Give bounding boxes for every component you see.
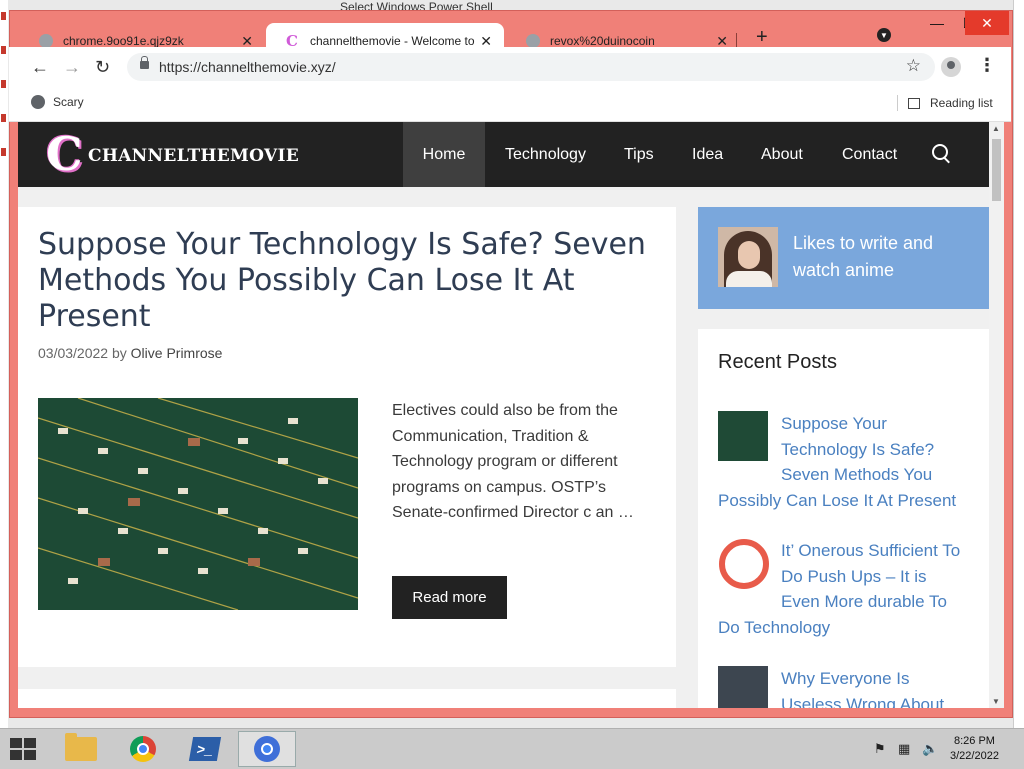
url-text[interactable]: https://channelthemovie.xyz/ xyxy=(159,59,336,75)
article-title[interactable]: Suppose Your Technology Is Safe? Seven M… xyxy=(38,227,648,335)
recent-post-link[interactable]: Why Everyone Is Useless Wrong About xyxy=(781,669,944,708)
article-excerpt: Electives could also be from the Communi… xyxy=(392,402,634,521)
chrome-beta-taskbar-button[interactable] xyxy=(238,731,296,767)
scrollbar-thumb[interactable] xyxy=(992,139,1001,201)
chrome-taskbar-button[interactable] xyxy=(114,731,172,767)
nav-idea[interactable]: Idea xyxy=(692,122,723,187)
nav-contact[interactable]: Contact xyxy=(842,122,897,187)
article-card: Suppose Your Technology Is Safe? Seven M… xyxy=(18,207,676,667)
web-page: C CHANNELTHEMOVIE Home Technology Tips I… xyxy=(18,122,989,708)
post-thumbnail[interactable] xyxy=(718,411,768,461)
clock-time: 8:26 PM xyxy=(953,735,995,747)
network-icon[interactable]: ▦ xyxy=(898,741,910,757)
page-scrollbar[interactable]: ▲ ▼ xyxy=(989,122,1004,708)
search-icon[interactable] xyxy=(932,144,948,160)
profile-avatar-icon[interactable] xyxy=(941,57,961,77)
site-header: C CHANNELTHEMOVIE Home Technology Tips I… xyxy=(18,122,989,187)
powershell-icon: >_ xyxy=(188,737,222,761)
article-thumbnail-image[interactable] xyxy=(38,398,358,610)
by-label: by xyxy=(111,345,127,361)
bookmark-star-icon[interactable]: ☆ xyxy=(906,56,921,76)
author-widget: Likes to write and watch anime xyxy=(698,207,989,309)
windows-start-icon[interactable] xyxy=(10,738,38,760)
browser-menu-icon[interactable]: ⋮ xyxy=(978,55,996,76)
action-center-flag-icon[interactable]: ⚑ xyxy=(874,741,886,757)
lock-icon[interactable] xyxy=(140,56,149,69)
bookmark-label: Scary xyxy=(53,95,84,109)
tab-title: chrome.9oo91e.qjz9zk xyxy=(63,33,184,48)
scroll-down-arrow-icon[interactable]: ▼ xyxy=(992,697,1000,706)
address-bar[interactable]: https://channelthemovie.xyz/ ☆ xyxy=(127,53,935,81)
system-clock[interactable]: 8:26 PM 3/22/2022 xyxy=(950,734,999,764)
chrome-icon xyxy=(130,736,156,762)
tab-search-chevron-icon[interactable]: ▼ xyxy=(877,28,891,42)
post-thumbnail[interactable] xyxy=(718,538,769,589)
reload-icon[interactable]: ↻ xyxy=(95,57,110,78)
powershell-taskbar-button[interactable]: >_ xyxy=(176,731,234,767)
clock-date: 3/22/2022 xyxy=(950,750,999,762)
globe-icon xyxy=(39,33,53,48)
folder-icon xyxy=(65,733,97,761)
post-author[interactable]: Olive Primrose xyxy=(131,345,223,361)
site-logo-text[interactable]: CHANNELTHEMOVIE xyxy=(88,146,299,166)
article-meta: 03/03/2022 by Olive Primrose xyxy=(38,345,222,361)
post-thumbnail[interactable] xyxy=(718,666,768,708)
site-logo-letter[interactable]: C xyxy=(46,130,83,178)
scroll-up-arrow-icon[interactable]: ▲ xyxy=(992,124,1000,133)
browser-toolbar: ← → ↻ https://channelthemovie.xyz/ ☆ ⋮ xyxy=(9,47,1011,87)
reading-list-icon xyxy=(908,97,920,109)
nav-about[interactable]: About xyxy=(761,122,803,187)
bookmarks-bar: Scary Reading list xyxy=(9,87,1011,122)
author-tagline: Likes to write and watch anime xyxy=(793,233,934,280)
divider xyxy=(897,95,898,111)
taskbar: >_ ⚑ ▦ 🔈 8:26 PM 3/22/2022 xyxy=(0,728,1024,769)
recent-post-item[interactable]: Suppose Your Technology Is Safe? Seven M… xyxy=(718,411,963,513)
nav-tips[interactable]: Tips xyxy=(624,122,654,187)
right-background-window xyxy=(1013,0,1024,728)
minimize-button[interactable]: — xyxy=(921,11,953,35)
recent-post-item[interactable]: It’ Onerous Sufficient To Do Push Ups – … xyxy=(718,538,963,640)
new-tab-plus-icon[interactable]: + xyxy=(756,26,768,49)
recent-post-item[interactable]: Why Everyone Is Useless Wrong About xyxy=(718,666,963,708)
author-avatar xyxy=(718,227,778,287)
post-date[interactable]: 03/03/2022 xyxy=(38,345,108,361)
next-article-card xyxy=(18,689,676,708)
site-favicon-icon: C xyxy=(286,31,298,50)
recent-posts-widget: Recent Posts Suppose Your Technology Is … xyxy=(698,329,989,708)
tab-title: channelthemovie - Welcome to M xyxy=(310,33,476,48)
nav-technology[interactable]: Technology xyxy=(505,122,586,187)
file-explorer-button[interactable] xyxy=(52,731,110,767)
read-more-button[interactable]: Read more xyxy=(392,576,507,619)
chrome-beta-icon xyxy=(254,736,280,762)
globe-icon xyxy=(31,95,45,109)
reading-list-label: Reading list xyxy=(930,96,993,110)
volume-muted-icon[interactable]: 🔈 xyxy=(922,741,938,757)
back-arrow-icon[interactable]: ← xyxy=(31,57,49,78)
reading-list-button[interactable]: Reading list xyxy=(897,95,993,111)
bookmark-scary[interactable]: Scary xyxy=(31,95,84,109)
left-desktop-strip xyxy=(0,0,8,728)
close-button[interactable]: ✕ xyxy=(965,11,1009,35)
nav-home[interactable]: Home xyxy=(403,122,485,187)
globe-icon xyxy=(526,33,540,48)
tab-title: revox%20duinocoin xyxy=(550,33,655,48)
background-window-title: Select Windows Power Shell xyxy=(340,0,493,10)
recent-posts-heading: Recent Posts xyxy=(718,351,837,373)
forward-arrow-icon[interactable]: → xyxy=(63,57,81,78)
